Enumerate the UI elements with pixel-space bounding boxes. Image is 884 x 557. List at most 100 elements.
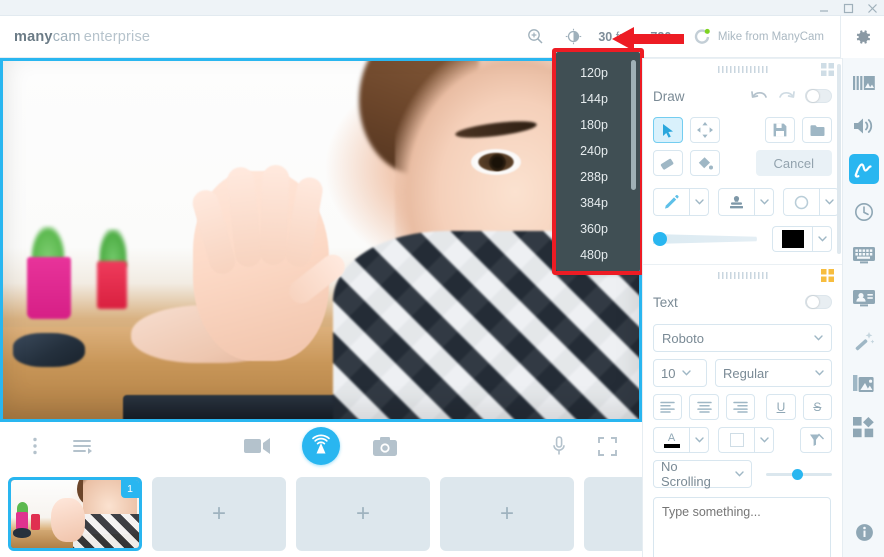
preset-item-empty[interactable]: + bbox=[152, 476, 286, 551]
strikethrough-label: S bbox=[813, 400, 822, 414]
chevron-down-icon[interactable] bbox=[754, 427, 774, 453]
add-preset-label: + bbox=[355, 499, 370, 527]
highlight-color-icon[interactable] bbox=[718, 427, 754, 453]
font-family-select[interactable]: Roboto bbox=[653, 324, 832, 352]
broadcast-button[interactable] bbox=[302, 427, 340, 465]
zoom-in-icon[interactable] bbox=[522, 24, 548, 50]
chevron-down-icon[interactable] bbox=[689, 188, 709, 216]
resolution-option[interactable]: 240p bbox=[556, 138, 640, 164]
pencil-icon[interactable] bbox=[653, 188, 689, 216]
eraser-icon[interactable] bbox=[653, 150, 683, 176]
font-color-combo[interactable]: A bbox=[653, 427, 709, 453]
text-section-header bbox=[643, 264, 842, 286]
clear-formatting-icon[interactable] bbox=[800, 427, 832, 453]
align-right-icon[interactable] bbox=[725, 394, 756, 420]
chevron-down-icon bbox=[814, 335, 823, 341]
user-account[interactable]: Mike from ManyCam bbox=[693, 28, 834, 46]
resolution-option[interactable]: 288p bbox=[556, 164, 640, 190]
brightness-icon[interactable] bbox=[560, 24, 586, 50]
app-header: manycam enterprise 30 fps 720p Mike from… bbox=[0, 15, 884, 58]
stamp-icon[interactable] bbox=[718, 188, 754, 216]
preset-item-active[interactable]: 1 bbox=[8, 476, 142, 551]
chevron-down-icon bbox=[735, 471, 744, 477]
maximize-button[interactable] bbox=[843, 3, 854, 14]
sources-icon[interactable] bbox=[849, 68, 879, 98]
font-size-select[interactable]: 10 bbox=[653, 359, 707, 387]
font-color-icon[interactable]: A bbox=[653, 427, 689, 453]
strikethrough-button[interactable]: S bbox=[802, 394, 833, 420]
chevron-down-icon[interactable] bbox=[812, 226, 832, 252]
resolution-option[interactable]: 180p bbox=[556, 112, 640, 138]
preset-item-empty[interactable]: + bbox=[440, 476, 574, 551]
resolution-option[interactable]: 480p bbox=[556, 242, 640, 268]
grid-icon[interactable] bbox=[821, 63, 834, 76]
scroll-speed-slider[interactable] bbox=[766, 468, 832, 480]
rail-bottom-group bbox=[843, 517, 884, 547]
text-title-row: Text bbox=[643, 286, 842, 316]
folder-open-icon[interactable] bbox=[802, 117, 832, 143]
text-input[interactable] bbox=[653, 497, 831, 557]
history-icon[interactable] bbox=[849, 197, 879, 227]
align-center-icon[interactable] bbox=[689, 394, 719, 420]
logo-text-bold: many bbox=[14, 28, 53, 45]
chevron-down-icon[interactable] bbox=[754, 188, 774, 216]
pencil-tool-combo[interactable] bbox=[653, 188, 709, 216]
circle-shape-icon[interactable] bbox=[783, 188, 819, 216]
undo-icon[interactable] bbox=[751, 90, 768, 103]
move-icon[interactable] bbox=[690, 117, 720, 143]
resolution-option[interactable]: 144p bbox=[556, 86, 640, 112]
logo-text-suffix: enterprise bbox=[83, 28, 151, 45]
close-button[interactable] bbox=[867, 3, 878, 14]
align-left-icon[interactable] bbox=[653, 394, 683, 420]
brush-size-slider[interactable] bbox=[653, 232, 757, 246]
settings-button[interactable] bbox=[840, 15, 884, 58]
video-record-icon[interactable] bbox=[244, 433, 270, 459]
video-preview-stage[interactable] bbox=[0, 58, 642, 422]
chevron-down-icon[interactable] bbox=[689, 427, 709, 453]
highlight-color-combo[interactable] bbox=[718, 427, 774, 453]
drag-handle[interactable] bbox=[717, 66, 768, 73]
brush-color-combo[interactable] bbox=[772, 226, 832, 252]
stamp-tool-combo[interactable] bbox=[718, 188, 774, 216]
dropdown-scrollbar[interactable] bbox=[631, 60, 636, 190]
backgrounds-icon[interactable] bbox=[849, 283, 879, 313]
paint-bucket-icon[interactable] bbox=[690, 150, 720, 176]
chevron-down-icon[interactable] bbox=[819, 188, 839, 216]
resolution-dropdown-menu[interactable]: 120p 144p 180p 240p 288p 384p 360p 480p bbox=[556, 52, 640, 271]
preset-item-empty[interactable]: + bbox=[296, 476, 430, 551]
cancel-button[interactable]: Cancel bbox=[755, 150, 832, 176]
text-enable-toggle[interactable] bbox=[805, 295, 832, 309]
effects-icon[interactable] bbox=[849, 240, 879, 270]
resolution-option[interactable]: 120p bbox=[556, 60, 640, 86]
panel-scrollbar[interactable] bbox=[837, 64, 841, 254]
media-icon[interactable] bbox=[849, 369, 879, 399]
color-swatch[interactable] bbox=[772, 226, 812, 252]
cursor-select-icon[interactable] bbox=[653, 117, 683, 143]
text-section-title: Text bbox=[653, 294, 678, 310]
save-icon[interactable] bbox=[765, 117, 795, 143]
resolution-option[interactable]: 384p bbox=[556, 190, 640, 216]
draw-enable-toggle[interactable] bbox=[805, 89, 832, 103]
magic-wand-icon[interactable] bbox=[849, 326, 879, 356]
avatar bbox=[693, 28, 711, 46]
resolution-option[interactable]: 360p bbox=[556, 216, 640, 242]
underline-button[interactable]: U bbox=[766, 394, 796, 420]
preset-number-badge: 1 bbox=[121, 479, 139, 498]
grid-icon[interactable] bbox=[821, 269, 834, 282]
minimize-button[interactable] bbox=[819, 3, 830, 14]
resolution-selector[interactable]: 720p bbox=[650, 30, 679, 44]
drag-handle[interactable] bbox=[717, 272, 768, 279]
draw-icon[interactable] bbox=[848, 154, 879, 184]
shape-tool-combo[interactable] bbox=[783, 188, 839, 216]
redo-icon[interactable] bbox=[778, 90, 795, 103]
add-preset-label: + bbox=[499, 499, 514, 527]
preset-strip: 1 + + + bbox=[0, 470, 742, 557]
draw-section-header bbox=[643, 58, 842, 80]
info-icon[interactable] bbox=[849, 517, 879, 547]
font-family-value: Roboto bbox=[662, 330, 704, 346]
audio-icon[interactable] bbox=[849, 111, 879, 141]
camera-snapshot-icon[interactable] bbox=[372, 433, 398, 459]
scrolling-mode-select[interactable]: No Scrolling bbox=[653, 459, 753, 489]
apps-icon[interactable] bbox=[849, 412, 879, 442]
font-style-select[interactable]: Regular bbox=[715, 359, 832, 387]
